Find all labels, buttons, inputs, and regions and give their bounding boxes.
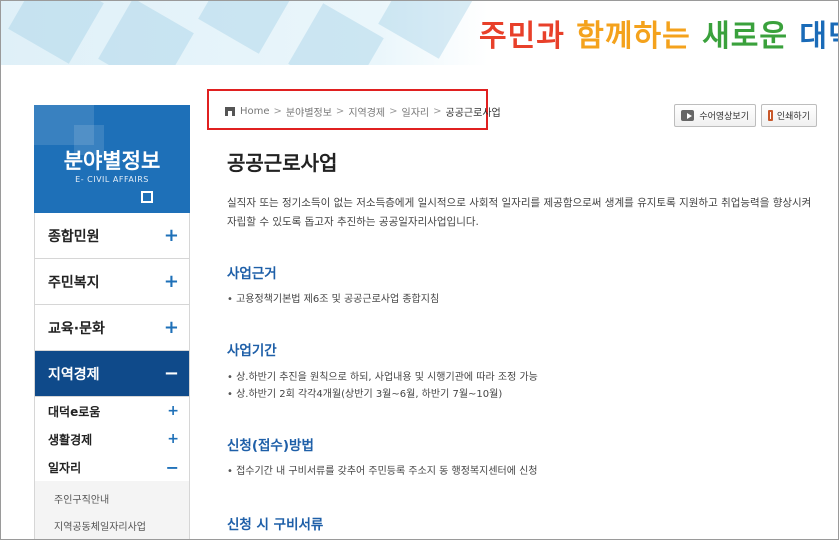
breadcrumb-separator: > — [335, 106, 345, 117]
print-icon — [768, 110, 773, 121]
section-title-application: 신청(접수)방법 — [227, 438, 314, 454]
bullet-item: 고용정책기본법 제6조 및 공공근로사업 종합지침 — [227, 291, 439, 308]
section-title-period: 사업기간 — [227, 343, 277, 359]
intro-line: 자립할 수 있도록 돕고자 추진하는 공공일자리사업입니다. — [227, 216, 479, 228]
plus-icon[interactable]: + — [164, 271, 179, 292]
sidebar-item-label: 주민복지 — [48, 274, 100, 291]
sidebar-subitem-label: 생활경제 — [48, 432, 93, 447]
breadcrumb-current: 공공근로사업 — [445, 108, 501, 119]
sign-language-video-label: 수어영상보기 — [699, 112, 749, 122]
sidebar-item-local-economy[interactable]: 지역경제 − — [35, 351, 189, 397]
minus-icon[interactable]: − — [166, 458, 179, 477]
sidebar-title: 분야별정보 — [63, 149, 161, 173]
sidebar-leaf-community-jobs[interactable]: 지역공동체일자리사업 — [35, 512, 189, 539]
sidebar-subitem-living-economy[interactable]: 생활경제 + — [35, 425, 189, 453]
plus-icon[interactable]: + — [167, 431, 179, 447]
sidebar-item-label: 교육·문화 — [48, 320, 105, 337]
plus-icon[interactable]: + — [164, 225, 179, 246]
bullet-item: 상.하반기 추진을 원칙으로 하되, 사업내용 및 시행기관에 따라 조정 가능 — [227, 369, 538, 386]
header-banner: 주민과 함께하는 새로운 대덕 — [1, 1, 838, 65]
banner-decoration — [288, 3, 384, 65]
banner-decoration — [8, 1, 104, 64]
sidebar-menu: 종합민원 + 주민복지 + 교육·문화 + 지역경제 − 대덕e로움 + 생활경… — [34, 213, 190, 539]
section-bullets-application: 접수기간 내 구비서류를 갖추어 주민등록 주소지 동 행정복지센터에 신청 — [227, 463, 537, 480]
breadcrumb: Home > 분야별정보 > 지역경제 > 일자리 > 공공근로사업 — [225, 104, 501, 119]
intro-line: 실직자 또는 정기소득이 없는 저소득층에게 일시적으로 사회적 일자리를 제공… — [227, 197, 812, 209]
section-bullets-basis: 고용정책기본법 제6조 및 공공근로사업 종합지침 — [227, 291, 439, 308]
square-icon-inner — [144, 194, 150, 200]
sidebar-subitem-daedeok-erom[interactable]: 대덕e로움 + — [35, 397, 189, 425]
sidebar-item-civil-service[interactable]: 종합민원 + — [35, 213, 189, 259]
intro-text: 실직자 또는 정기소득이 없는 저소득층에게 일시적으로 사회적 일자리를 제공… — [227, 194, 817, 232]
page-title: 공공근로사업 — [227, 151, 338, 175]
slogan-part: 새로운 — [702, 19, 788, 54]
sidebar-header: 분야별정보 E- CIVIL AFFAIRS — [34, 105, 190, 213]
plus-icon[interactable]: + — [167, 403, 179, 419]
sidebar-subitem-label: 대덕e로움 — [48, 404, 101, 419]
sidebar-subtitle: E- CIVIL AFFAIRS — [75, 175, 149, 184]
sign-language-video-button[interactable]: 수어영상보기 — [674, 104, 756, 127]
breadcrumb-home[interactable]: Home — [240, 106, 270, 117]
print-button[interactable]: 인쇄하기 — [761, 104, 817, 127]
plus-icon[interactable]: + — [164, 317, 179, 338]
sidebar-item-welfare[interactable]: 주민복지 + — [35, 259, 189, 305]
home-icon[interactable] — [225, 107, 235, 116]
sidebar: 분야별정보 E- CIVIL AFFAIRS 종합민원 + 주민복지 + 교육·… — [34, 105, 190, 539]
breadcrumb-item[interactable]: 분야별정보 — [286, 104, 332, 119]
breadcrumb-item[interactable]: 일자리 — [402, 104, 430, 119]
breadcrumb-separator: > — [389, 106, 398, 117]
slogan-logo[interactable]: 주민과 함께하는 새로운 대덕 — [479, 11, 838, 55]
slogan-part: 대덕 — [799, 19, 838, 54]
minus-icon[interactable]: − — [164, 363, 179, 384]
play-icon — [681, 110, 695, 121]
banner-decoration — [98, 1, 194, 65]
sidebar-item-label: 종합민원 — [48, 228, 100, 245]
section-title-basis: 사업근거 — [227, 266, 277, 282]
breadcrumb-separator: > — [273, 106, 282, 117]
section-bullets-period: 상.하반기 추진을 원칙으로 하되, 사업내용 및 시행기관에 따라 조정 가능… — [227, 369, 538, 403]
print-label: 인쇄하기 — [776, 112, 810, 122]
breadcrumb-item[interactable]: 지역경제 — [348, 104, 385, 119]
section-title-documents: 신청 시 구비서류 — [227, 517, 324, 533]
sidebar-item-label: 지역경제 — [48, 366, 100, 383]
banner-decoration — [378, 1, 474, 59]
sidebar-subitem-jobs[interactable]: 일자리 − — [35, 453, 189, 481]
sidebar-item-education-culture[interactable]: 교육·문화 + — [35, 305, 189, 351]
sidebar-leaf-job-info[interactable]: 주인구직안내 — [35, 485, 189, 512]
breadcrumb-separator: > — [433, 106, 442, 117]
sidebar-subitem-label: 일자리 — [48, 460, 82, 475]
bullet-item: 접수기간 내 구비서류를 갖추어 주민등록 주소지 동 행정복지센터에 신청 — [227, 463, 537, 480]
banner-decoration — [198, 1, 294, 54]
sidebar-leaf-list: 주인구직안내 지역공동체일자리사업 — [35, 481, 189, 539]
bullet-item: 상.하반기 2회 각각4개월(상반기 3월~6월, 하반기 7월~10월) — [227, 386, 538, 403]
slogan-part: 함께하는 — [576, 19, 691, 54]
page-frame: 주민과 함께하는 새로운 대덕 분야별정보 E- CIVIL AFFAIRS 종… — [0, 0, 839, 540]
slogan-part: 주민과 — [479, 19, 565, 54]
